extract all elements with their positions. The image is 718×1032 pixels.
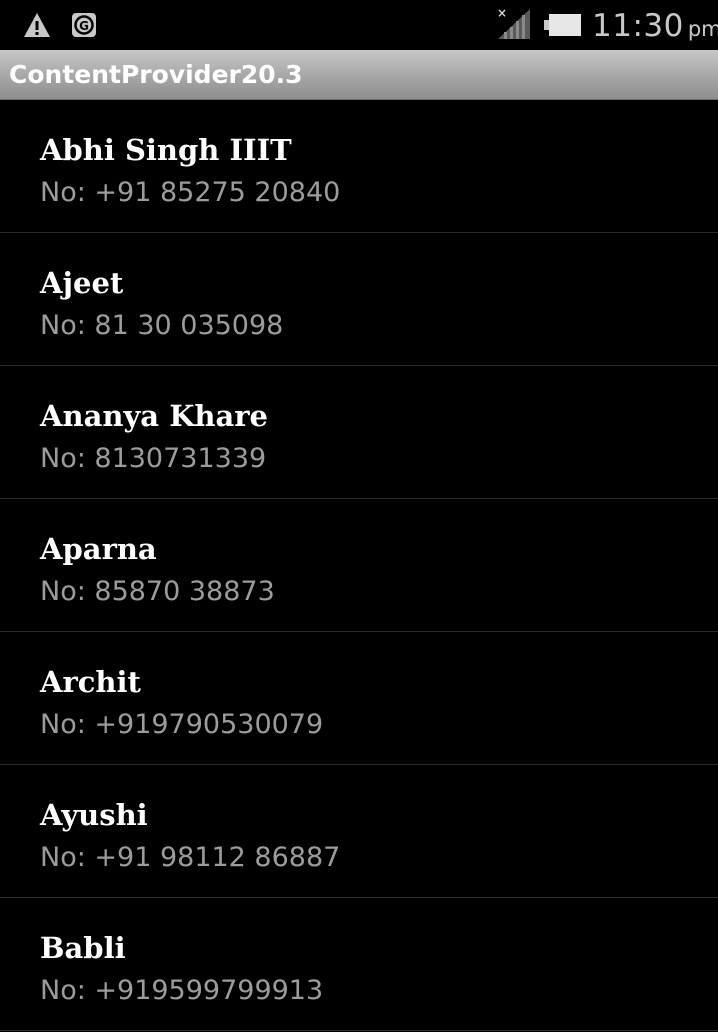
contact-name: Ananya Khare: [40, 399, 269, 433]
contact-number: No: +919599799913: [40, 975, 324, 1006]
contact-name: Ayushi: [40, 798, 148, 832]
contact-number: No: +91 85275 20840: [40, 177, 341, 208]
contact-name: Aparna: [40, 532, 157, 566]
signal-icon: ×: [497, 6, 530, 39]
contact-row[interactable]: Ajeet No: 81 30 035098: [0, 233, 718, 366]
battery-icon: [544, 14, 581, 36]
g-app-icon: G: [72, 13, 96, 37]
contact-list[interactable]: Abhi Singh IIIT No: +91 85275 20840 Ajee…: [0, 100, 718, 1032]
warning-icon: [24, 13, 50, 37]
contact-name: Babli: [40, 931, 126, 965]
contact-number: No: +91 98112 86887: [40, 842, 341, 873]
contact-row[interactable]: Archit No: +919790530079: [0, 632, 718, 765]
contact-number: No: +919790530079: [40, 709, 324, 740]
contact-number: No: 8130731339: [40, 443, 267, 474]
status-bar: G × 11:30 pm: [0, 0, 718, 50]
contact-row[interactable]: Ananya Khare No: 8130731339: [0, 366, 718, 499]
contact-name: Ajeet: [40, 266, 124, 300]
contact-row[interactable]: Ayushi No: +91 98112 86887: [0, 765, 718, 898]
svg-text:×: ×: [497, 6, 507, 20]
contact-row[interactable]: Aparna No: 85870 38873: [0, 499, 718, 632]
status-clock: 11:30 pm: [592, 4, 718, 48]
contact-number: No: 85870 38873: [40, 576, 275, 607]
contact-name: Abhi Singh IIIT: [40, 133, 292, 167]
contact-row[interactable]: Babli No: +919599799913: [0, 898, 718, 1031]
clock-time: 11:30: [592, 8, 684, 44]
contact-number: No: 81 30 035098: [40, 310, 284, 341]
contact-row[interactable]: Abhi Singh IIIT No: +91 85275 20840: [0, 100, 718, 233]
contact-name: Archit: [40, 665, 141, 699]
app-title: ContentProvider20.3: [9, 60, 303, 89]
app-title-bar: ContentProvider20.3: [0, 50, 718, 100]
clock-ampm: pm: [687, 17, 718, 41]
svg-text:G: G: [79, 19, 89, 33]
